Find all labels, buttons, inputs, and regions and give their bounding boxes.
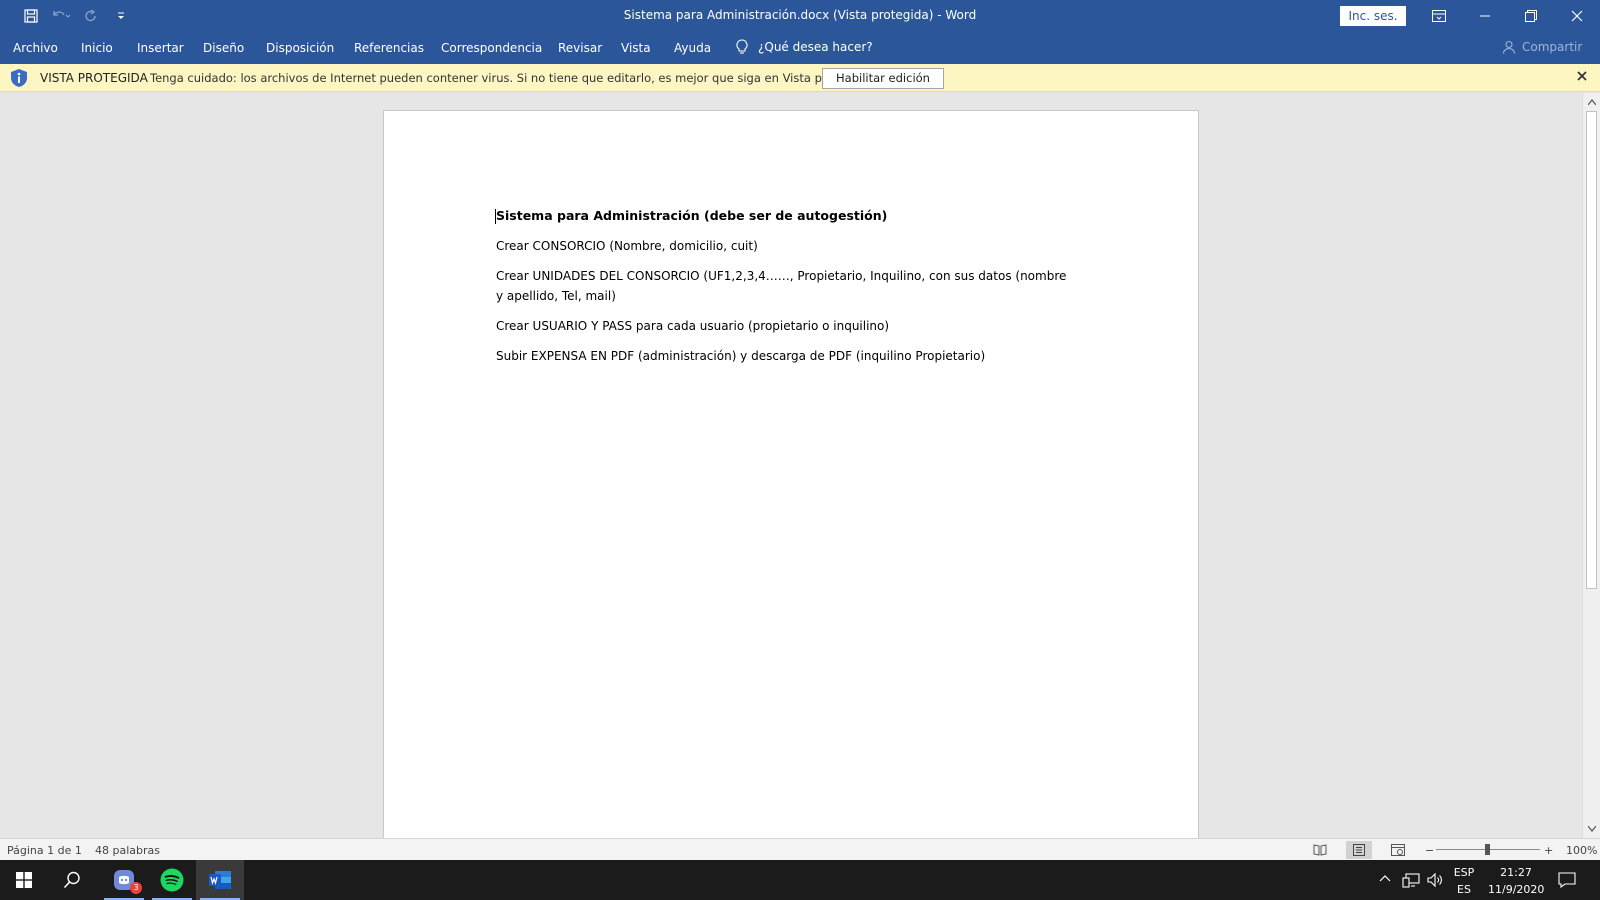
search-button[interactable] xyxy=(48,860,96,900)
zoom-level[interactable]: 100% xyxy=(1566,844,1597,857)
taskbar-spotify[interactable] xyxy=(148,860,196,900)
clock-time[interactable]: 21:27 xyxy=(1488,866,1544,879)
document-canvas[interactable]: Sistema para Administración (debe ser de… xyxy=(0,93,1582,838)
taskbar: 3 ESP ES 21:27 11/9/2020 xyxy=(0,860,1600,900)
start-button[interactable] xyxy=(0,860,48,900)
network-icon[interactable] xyxy=(1402,872,1420,888)
web-layout-icon[interactable] xyxy=(1385,841,1411,859)
spotify-icon xyxy=(160,868,184,892)
restore-icon[interactable] xyxy=(1508,0,1554,32)
language-code[interactable]: ESP xyxy=(1452,866,1476,879)
redo-icon[interactable] xyxy=(76,6,106,26)
close-icon[interactable] xyxy=(1554,0,1600,32)
scrollbar-thumb[interactable] xyxy=(1586,111,1597,589)
enable-editing-button[interactable]: Habilitar edición xyxy=(822,68,944,89)
zoom-in-button[interactable]: + xyxy=(1544,844,1553,857)
share-button[interactable]: Compartir xyxy=(1502,40,1582,54)
save-icon[interactable] xyxy=(16,6,46,26)
shield-info-icon xyxy=(10,68,28,88)
protected-view-bar: VISTA PROTEGIDA Tenga cuidado: los archi… xyxy=(0,64,1600,92)
keyboard-layout[interactable]: ES xyxy=(1452,883,1476,896)
status-bar: Página 1 de 1 48 palabras − + 100% xyxy=(0,838,1600,860)
page-count[interactable]: Página 1 de 1 xyxy=(7,844,82,857)
paragraph-expensa: Subir EXPENSA EN PDF (administración) y … xyxy=(496,349,986,363)
quick-access-toolbar xyxy=(16,6,136,26)
word-app-icon xyxy=(208,869,232,891)
tab-referencias[interactable]: Referencias xyxy=(354,41,424,55)
word-count[interactable]: 48 palabras xyxy=(95,844,160,857)
protected-view-title: VISTA PROTEGIDA xyxy=(40,71,148,85)
print-layout-icon[interactable] xyxy=(1346,841,1372,859)
tab-ayuda[interactable]: Ayuda xyxy=(674,41,711,55)
ribbon-display-options-icon[interactable] xyxy=(1416,0,1462,32)
tab-diseno[interactable]: Diseño xyxy=(203,41,244,55)
clock-date[interactable]: 11/9/2020 xyxy=(1488,883,1544,896)
title-bar: Sistema para Administración.docx (Vista … xyxy=(0,0,1600,32)
action-center-icon[interactable] xyxy=(1558,872,1576,888)
taskbar-discord[interactable]: 3 xyxy=(100,860,148,900)
page-content: Sistema para Administración (debe ser de… xyxy=(495,206,1076,376)
tell-me-search[interactable]: ¿Qué desea hacer? xyxy=(736,39,873,55)
undo-icon[interactable] xyxy=(46,6,76,26)
lightbulb-icon xyxy=(736,39,748,55)
tell-me-label: ¿Qué desea hacer? xyxy=(758,40,873,54)
zoom-slider-thumb[interactable] xyxy=(1485,844,1490,855)
notification-badge: 3 xyxy=(130,882,142,894)
scroll-down-icon[interactable] xyxy=(1583,820,1600,837)
person-icon xyxy=(1502,40,1516,54)
tab-vista[interactable]: Vista xyxy=(621,41,651,55)
ribbon-tab-bar: Archivo Inicio Insertar Diseño Disposici… xyxy=(0,32,1600,64)
vertical-scrollbar[interactable] xyxy=(1582,93,1600,838)
show-hidden-icons-icon[interactable] xyxy=(1379,874,1391,882)
tab-revisar[interactable]: Revisar xyxy=(558,41,602,55)
heading-text: Sistema para Administración (debe ser de… xyxy=(496,208,888,223)
volume-icon[interactable] xyxy=(1426,872,1444,888)
search-icon xyxy=(63,871,81,889)
customize-toolbar-icon[interactable] xyxy=(106,6,136,26)
share-label: Compartir xyxy=(1522,40,1583,54)
tab-disposicion[interactable]: Disposición xyxy=(266,41,334,55)
document-page[interactable]: Sistema para Administración (debe ser de… xyxy=(383,110,1199,838)
protected-view-message: Tenga cuidado: los archivos de Internet … xyxy=(150,71,874,85)
tab-insertar[interactable]: Insertar xyxy=(137,41,184,55)
document-heading: Sistema para Administración (debe ser de… xyxy=(495,206,1076,226)
paragraph-unidades: Crear UNIDADES DEL CONSORCIO (UF1,2,3,4…… xyxy=(496,269,1067,303)
text-caret xyxy=(495,209,496,224)
sign-in-button[interactable]: Inc. ses. xyxy=(1340,6,1406,26)
minimize-icon[interactable] xyxy=(1462,0,1508,32)
paragraph-consorcio: Crear CONSORCIO (Nombre, domicilio, cuit… xyxy=(496,239,758,253)
tab-correspondencia[interactable]: Correspondencia xyxy=(441,41,542,55)
tab-archivo[interactable]: Archivo xyxy=(13,41,58,55)
zoom-out-button[interactable]: − xyxy=(1425,844,1434,857)
taskbar-word[interactable] xyxy=(196,860,244,900)
tab-inicio[interactable]: Inicio xyxy=(81,41,113,55)
scroll-up-icon[interactable] xyxy=(1583,93,1600,110)
paragraph-usuario: Crear USUARIO Y PASS para cada usuario (… xyxy=(496,319,890,333)
read-mode-icon[interactable] xyxy=(1307,841,1333,859)
windows-logo-icon xyxy=(16,872,32,888)
close-bar-icon[interactable] xyxy=(1576,70,1588,82)
